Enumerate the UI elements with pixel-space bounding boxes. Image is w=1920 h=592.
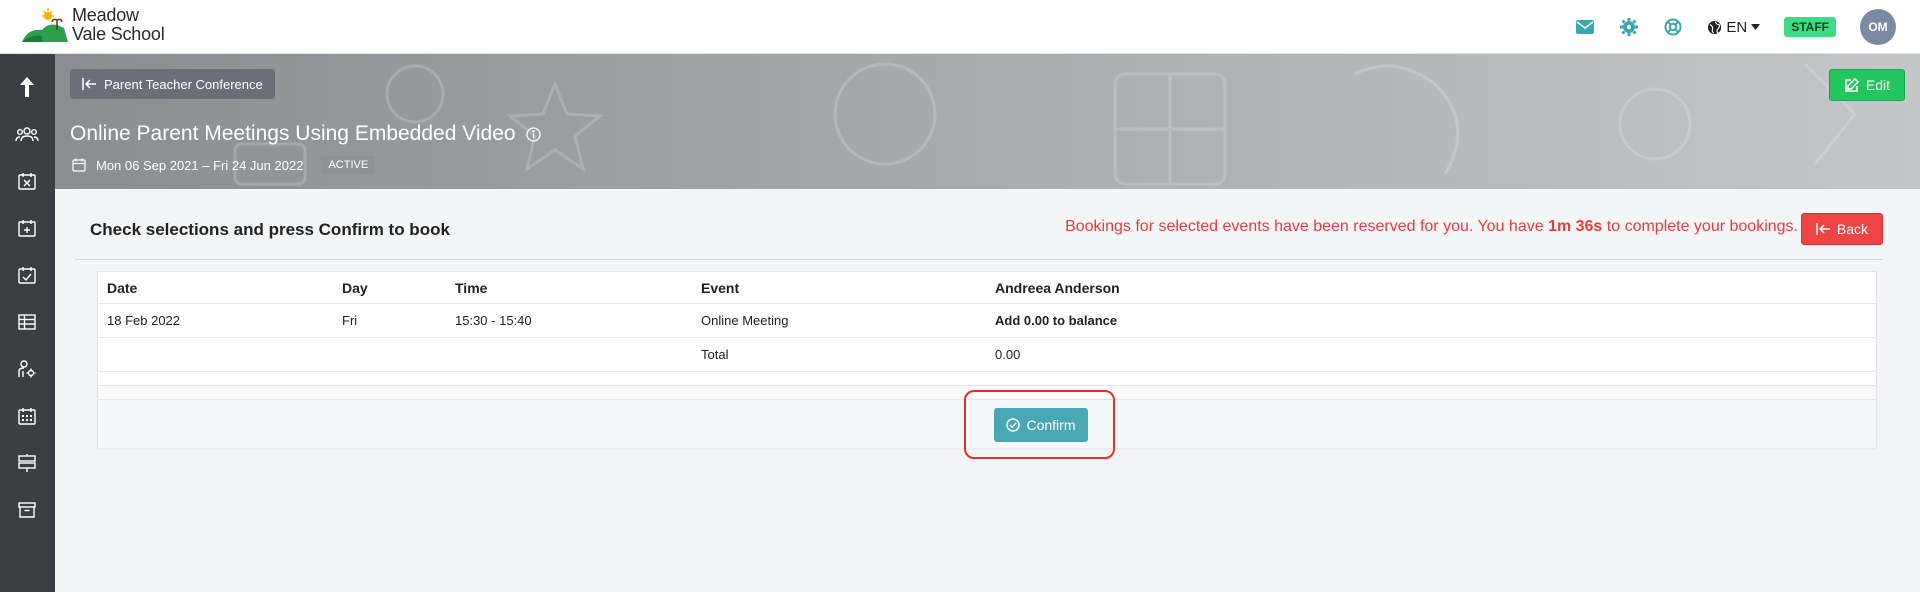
- edit-label: Edit: [1865, 77, 1890, 93]
- top-bar: Meadow Vale School EN STAFF OM: [0, 0, 1920, 54]
- date-range-row: Mon 06 Sep 2021 – Fri 24 Jun 2022 ACTIVE: [72, 156, 376, 174]
- notice-text-pre: Bookings for selected events have been r…: [1065, 218, 1549, 235]
- sidebar-item-up[interactable]: [14, 74, 40, 100]
- school-name: Meadow Vale School: [72, 5, 165, 44]
- envelope-icon[interactable]: [1575, 17, 1595, 37]
- calendar-check-icon: [18, 267, 36, 284]
- total-label: Total: [701, 347, 729, 362]
- sidebar-item-calendar-x[interactable]: [14, 168, 40, 194]
- sidebar-item-archive[interactable]: [14, 497, 40, 523]
- sidebar: [0, 54, 55, 592]
- sidebar-item-groups[interactable]: [14, 121, 40, 147]
- sidebar-item-calendar-check[interactable]: [14, 262, 40, 288]
- language-label: EN: [1726, 18, 1748, 36]
- page-title: Online Parent Meetings Using Embedded Vi…: [70, 122, 541, 146]
- notice-text-post: to complete your bookings.: [1602, 218, 1798, 235]
- calendar-plus-icon: [18, 220, 36, 237]
- edit-button[interactable]: Edit: [1828, 69, 1905, 101]
- confirm-button[interactable]: Confirm: [994, 408, 1088, 442]
- sidebar-item-calendar-plus[interactable]: [14, 215, 40, 241]
- lifebuoy-icon[interactable]: [1663, 17, 1683, 37]
- check-circle-icon: [1006, 418, 1021, 432]
- user-avatar[interactable]: OM: [1860, 9, 1896, 45]
- info-icon[interactable]: [525, 126, 541, 142]
- page-title-text: Online Parent Meetings Using Embedded Vi…: [70, 122, 516, 145]
- table-row: 18 Feb 2022 Fri 15:30 - 15:40 Online Mee…: [98, 304, 1876, 338]
- sidebar-item-user-settings[interactable]: [14, 356, 40, 382]
- column-header: Date: [107, 279, 138, 296]
- arrow-up-icon: [20, 77, 34, 97]
- calendar-x-icon: [18, 173, 36, 190]
- arrow-left-bar-icon: [82, 78, 96, 90]
- event-banner: Parent Teacher Conference Edit Online Pa…: [55, 54, 1920, 189]
- column-header: Andreea Anderson: [995, 279, 1120, 296]
- edit-icon: [1845, 77, 1859, 92]
- users-icon: [15, 127, 39, 142]
- logo-mark-icon: [20, 6, 70, 44]
- archive-icon: [18, 502, 36, 518]
- countdown-timer: 1m 36s: [1548, 218, 1603, 235]
- back-label: Back: [1836, 221, 1868, 237]
- table-cell-time: 15:30 - 15:40: [455, 313, 532, 328]
- globe-icon: [1708, 20, 1722, 34]
- language-selector[interactable]: EN: [1707, 18, 1761, 36]
- column-header: Day: [342, 279, 368, 296]
- status-badge: ACTIVE: [321, 156, 376, 174]
- table-cell-balance: Add 0.00 to balance: [995, 313, 1118, 328]
- booking-header: Check selections and press Confirm to bo…: [75, 190, 1883, 260]
- table-cell-date: 18 Feb 2022: [107, 313, 181, 328]
- sidebar-item-calendar-grid[interactable]: [14, 403, 40, 429]
- total-value: 0.00: [995, 347, 1021, 362]
- back-button[interactable]: Back: [1800, 213, 1883, 245]
- column-header: Time: [455, 279, 488, 296]
- table-header-row: Date Day Time Event Andreea Anderson: [98, 272, 1876, 304]
- total-row: Total 0.00: [98, 338, 1876, 372]
- calendar-grid-icon: [18, 408, 36, 425]
- gear-icon[interactable]: [1619, 17, 1639, 37]
- table-cell-event: Online Meeting: [701, 313, 789, 328]
- reservation-notice: Bookings for selected events have been r…: [1065, 218, 1798, 236]
- booking-heading: Check selections and press Confirm to bo…: [90, 220, 450, 239]
- signpost-icon: [18, 454, 36, 472]
- back-to-conference-button[interactable]: Parent Teacher Conference: [70, 69, 275, 99]
- caret-down-icon: [1751, 24, 1761, 30]
- calendar-icon: [72, 158, 86, 172]
- sidebar-item-table[interactable]: [14, 309, 40, 335]
- date-range: Mon 06 Sep 2021 – Fri 24 Jun 2022: [96, 157, 304, 173]
- confirm-label: Confirm: [1026, 417, 1076, 433]
- table-cell-day: Fri: [342, 313, 358, 328]
- user-gear-icon: [18, 360, 36, 378]
- column-header: Event: [701, 279, 740, 296]
- role-badge: STAFF: [1784, 17, 1836, 37]
- arrow-left-bar-icon: [1816, 223, 1830, 235]
- spacer-row: [98, 372, 1876, 386]
- sidebar-item-signpost[interactable]: [14, 450, 40, 476]
- table-icon: [18, 314, 36, 330]
- school-logo[interactable]: Meadow Vale School: [20, 6, 165, 44]
- back-to-conference-label: Parent Teacher Conference: [104, 76, 263, 92]
